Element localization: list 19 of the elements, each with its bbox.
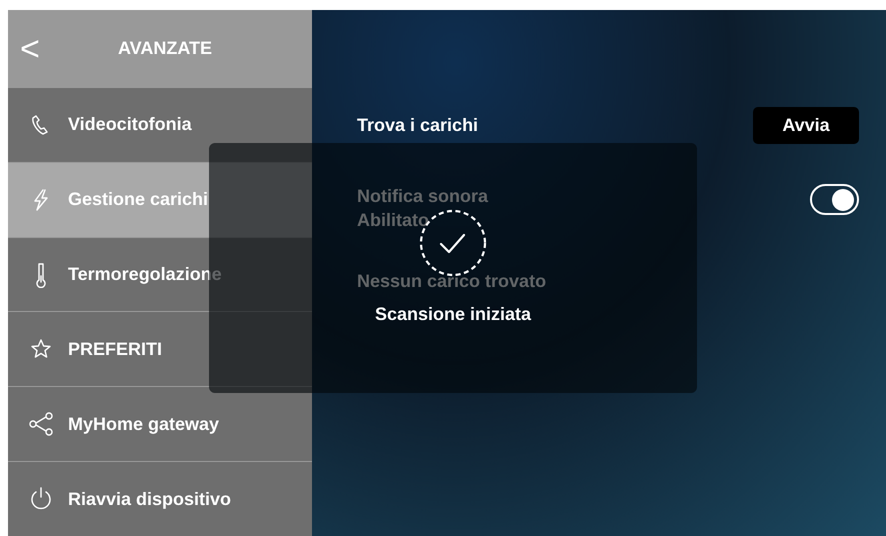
sidebar-item-label: Gestione carichi: [68, 188, 208, 212]
start-button[interactable]: Avvia: [753, 106, 859, 144]
sidebar-item-label: PREFERITI: [68, 338, 162, 361]
dialog-message: Scansione iniziata: [374, 303, 532, 326]
sidebar-item[interactable]: PREFERITI: [8, 311, 312, 386]
sidebar-item-label: Riavvia dispositivo: [68, 488, 232, 511]
status-text: Nessun carico trovato: [357, 270, 548, 293]
sidebar-item-label: Termoregolazione: [68, 263, 222, 286]
setting-label: Notifica sonora: [357, 185, 488, 208]
back-button[interactable]: <: [20, 32, 40, 66]
share-icon: [28, 411, 54, 438]
thermometer-icon: [34, 262, 48, 288]
toggle-switch[interactable]: [810, 184, 859, 215]
setting-value: Abilitato: [357, 209, 430, 232]
sidebar-item-label: Videocitofonia: [68, 113, 192, 136]
sidebar-title: AVANZATE: [118, 36, 212, 60]
sidebar-item[interactable]: Termoregolazione: [8, 236, 312, 312]
sidebar-item-label: MyHome gateway: [68, 412, 220, 436]
setting-label: Trova i carichi: [357, 114, 478, 136]
